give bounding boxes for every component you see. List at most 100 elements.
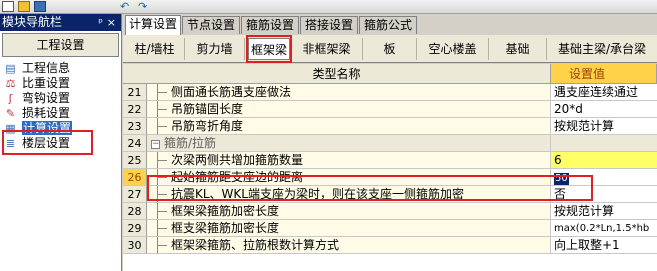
row-name: 起始箍筋距支座边的距离 (147, 169, 551, 186)
row-number: 21 (123, 84, 147, 101)
row-number: 30 (123, 237, 147, 254)
table-row[interactable]: 30 框架梁箍筋、拉筋根数计算方式 向上取整+1 (123, 237, 657, 254)
open-folder-icon[interactable] (18, 1, 30, 12)
app-window: ↶ ↷ 模块导航栏 ᵖ × 工程设置 ▤ 工程信息 ⚖ 比重设置 ʃ 弯钩设置 … (0, 0, 657, 271)
hook-icon: ʃ (8, 92, 13, 105)
row-value[interactable]: 20*d (551, 101, 657, 118)
tree-line (157, 92, 167, 93)
subtab-non-frame-beam[interactable]: 非框架梁 (291, 38, 363, 60)
table-row[interactable]: 27 抗震KL、WKL端支座为梁时，则在该支座一侧箍筋加密 否 (123, 186, 657, 203)
row-number: 24 (123, 135, 147, 152)
tree-line (157, 194, 167, 195)
save-icon[interactable] (34, 1, 46, 12)
document-info-icon: ▤ (5, 62, 16, 75)
column-header-value[interactable]: 设置值 (551, 64, 657, 84)
row-name-text: 框支梁箍筋加密长度 (171, 221, 280, 235)
group-name-text: 箍筋/拉筋 (164, 136, 217, 150)
pin-icon[interactable]: ᵖ (98, 14, 103, 31)
table-row[interactable]: 21 侧面通长筋遇支座做法 遇支座连续通过 (123, 84, 657, 101)
row-name: 次梁两侧共增加箍筋数量 (147, 152, 551, 169)
subtab-foundation[interactable]: 基础 (489, 38, 547, 60)
row-name-text: 吊筋弯折角度 (171, 119, 244, 133)
row-value (551, 135, 657, 152)
column-header-name[interactable]: 类型名称 (123, 64, 551, 84)
row-name: 框架梁箍筋加密长度 (147, 203, 551, 220)
table-row[interactable]: 25 次梁两侧共增加箍筋数量 6 (123, 152, 657, 169)
row-number: 28 (123, 203, 147, 220)
row-name-text: 抗震KL、WKL端支座为梁时，则在该支座一侧箍筋加密 (171, 187, 464, 201)
nav-item-project-info[interactable]: ▤ 工程信息 (0, 61, 121, 76)
subtab-hollow-floor[interactable]: 空心楼盖 (417, 38, 489, 60)
row-number: 26 (123, 169, 147, 186)
tab-lap-settings[interactable]: 搭接设置 (300, 16, 358, 34)
row-value[interactable]: 否 (551, 186, 657, 203)
table-row[interactable]: 22 吊筋锚固长度 20*d (123, 101, 657, 118)
row-value[interactable]: 50 (551, 169, 657, 186)
row-name: 框支梁箍筋加密长度 (147, 220, 551, 237)
row-name-text: 吊筋锚固长度 (171, 102, 244, 116)
table-row[interactable]: 26 起始箍筋距支座边的距离 50 (123, 169, 657, 186)
nav-item-label: 工程信息 (22, 61, 71, 75)
tab-calculation-settings[interactable]: 计算设置 (125, 15, 181, 35)
subtab-shear-wall[interactable]: 剪力墙 (185, 38, 245, 60)
row-value[interactable]: 6 (551, 152, 657, 169)
nav-section-project-settings[interactable]: 工程设置 (2, 33, 119, 57)
row-name-text: 起始箍筋距支座边的距离 (171, 170, 304, 184)
row-value[interactable]: max(0.2*Ln,1.5*hb (551, 220, 657, 237)
group-row[interactable]: 24 − 箍筋/拉筋 (123, 135, 657, 152)
row-name: 抗震KL、WKL端支座为梁时，则在该支座一侧箍筋加密 (147, 186, 551, 203)
new-file-icon[interactable] (2, 1, 14, 12)
nav-item-label: 弯钩设置 (22, 91, 71, 105)
row-name: 框架梁箍筋、拉筋根数计算方式 (147, 237, 551, 254)
row-name: 侧面通长筋遇支座做法 (147, 84, 551, 101)
nav-item-hook-settings[interactable]: ʃ 弯钩设置 (0, 91, 121, 106)
subtab-slab[interactable]: 板 (363, 38, 417, 60)
row-value[interactable]: 按规范计算 (551, 118, 657, 135)
tree-line (157, 109, 167, 110)
row-value[interactable]: 向上取整+1 (551, 237, 657, 254)
tree-line (157, 228, 167, 229)
highlight-box (2, 130, 93, 155)
row-name: 吊筋弯折角度 (147, 118, 551, 135)
main-tab-bar: 计算设置 节点设置 箍筋设置 搭接设置 箍筋公式 (123, 15, 657, 36)
value-editor[interactable]: 50 (554, 173, 569, 185)
row-name-text: 次梁两侧共增加箍筋数量 (171, 153, 304, 167)
grid-header: 类型名称 设置值 (123, 64, 657, 84)
tree-line (157, 126, 167, 127)
highlight-box (246, 35, 292, 63)
undo-icon[interactable]: ↶ (120, 1, 134, 12)
row-name: − 箍筋/拉筋 (147, 135, 551, 152)
row-name: 吊筋锚固长度 (147, 101, 551, 118)
close-icon[interactable]: × (107, 14, 116, 31)
loss-icon: ✎ (5, 107, 16, 120)
nav-item-weight-settings[interactable]: ⚖ 比重设置 (0, 76, 121, 91)
row-value[interactable]: 按规范计算 (551, 203, 657, 220)
row-number: 29 (123, 220, 147, 237)
subtab-foundation-main-beam[interactable]: 基础主梁/承台梁 (547, 38, 657, 60)
main-panel: 计算设置 节点设置 箍筋设置 搭接设置 箍筋公式 柱/墙柱 剪力墙 框架梁 非框… (123, 14, 657, 271)
component-tab-bar: 柱/墙柱 剪力墙 框架梁 非框架梁 板 空心楼盖 基础 基础主梁/承台梁 (123, 35, 657, 63)
tab-stirrup-settings[interactable]: 箍筋设置 (241, 16, 299, 34)
module-navigation-panel: 模块导航栏 ᵖ × 工程设置 ▤ 工程信息 ⚖ 比重设置 ʃ 弯钩设置 ✎ 损耗… (0, 14, 122, 271)
nav-item-label: 损耗设置 (22, 106, 71, 120)
weight-icon: ⚖ (5, 77, 16, 90)
toolbar: ↶ ↷ (0, 0, 657, 14)
nav-item-label: 比重设置 (22, 76, 71, 90)
redo-icon[interactable]: ↷ (138, 1, 152, 12)
tab-node-settings[interactable]: 节点设置 (182, 16, 240, 34)
tab-stirrup-formula[interactable]: 箍筋公式 (359, 16, 417, 34)
table-row[interactable]: 29 框支梁箍筋加密长度 max(0.2*Ln,1.5*hb (123, 220, 657, 237)
table-row[interactable]: 23 吊筋弯折角度 按规范计算 (123, 118, 657, 135)
row-value[interactable]: 遇支座连续通过 (551, 84, 657, 101)
tree-line (157, 245, 167, 246)
nav-item-loss-settings[interactable]: ✎ 损耗设置 (0, 106, 121, 121)
row-name-text: 框架梁箍筋加密长度 (171, 204, 280, 218)
row-number: 23 (123, 118, 147, 135)
table-row[interactable]: 28 框架梁箍筋加密长度 按规范计算 (123, 203, 657, 220)
nav-title-text: 模块导航栏 (2, 15, 63, 29)
tree-line (157, 177, 167, 178)
subtab-column-wall-column[interactable]: 柱/墙柱 (125, 38, 185, 60)
row-number: 27 (123, 186, 147, 203)
nav-panel-title: 模块导航栏 ᵖ × (0, 14, 121, 31)
collapse-icon[interactable]: − (151, 140, 160, 149)
